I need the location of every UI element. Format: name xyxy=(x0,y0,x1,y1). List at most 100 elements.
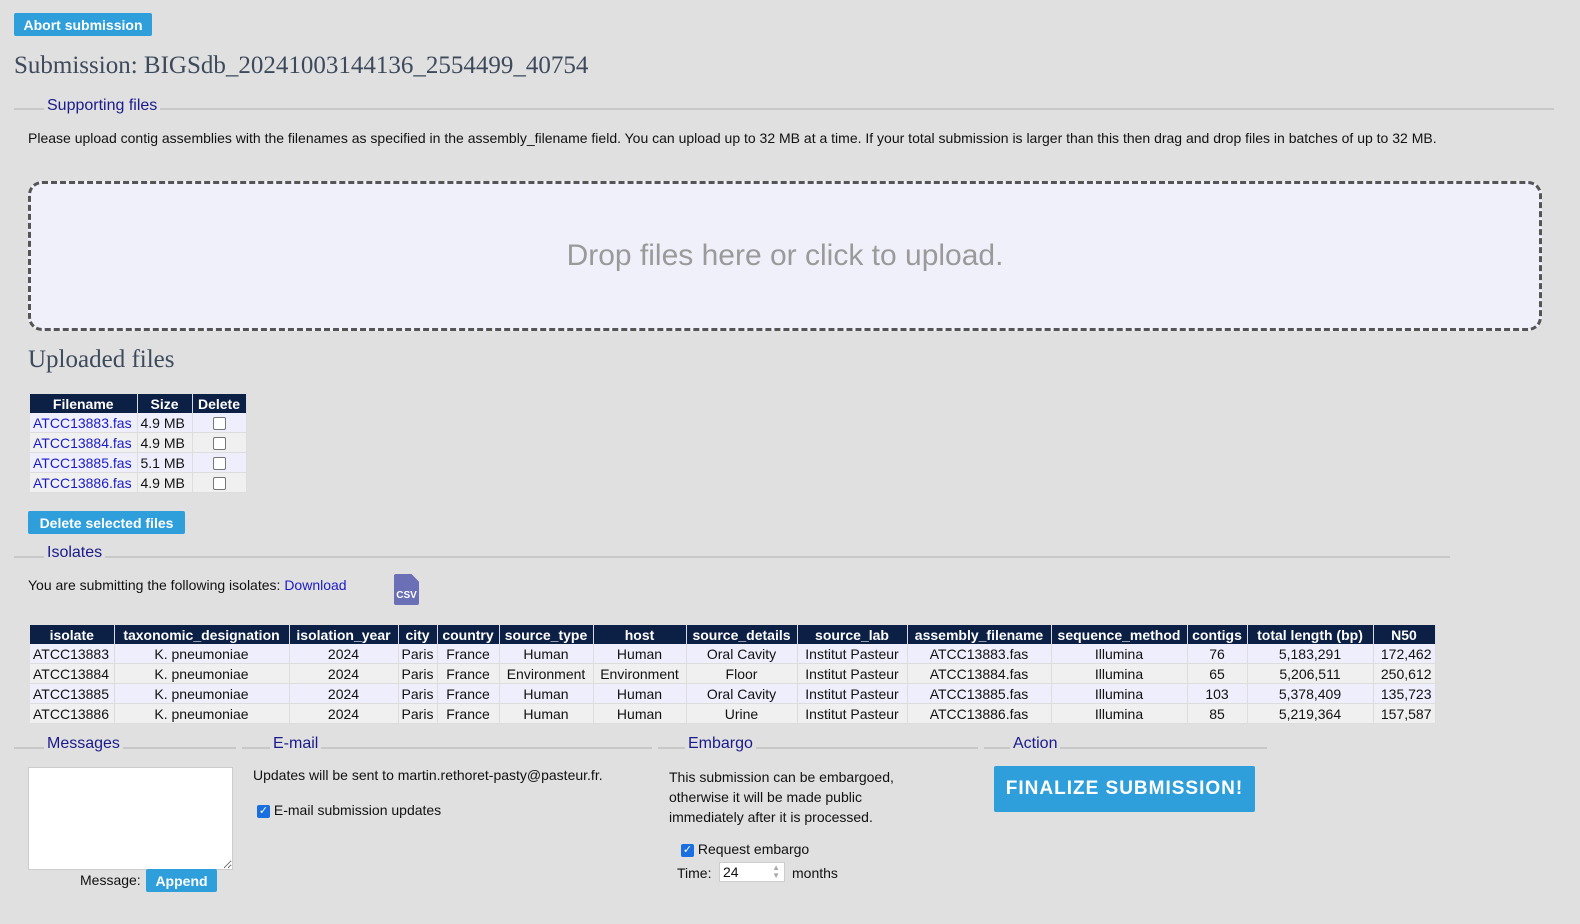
abort-submission-button[interactable]: Abort submission xyxy=(14,13,152,36)
file-size: 5.1 MB xyxy=(137,452,193,473)
table-cell: Paris xyxy=(398,663,438,684)
table-cell: 5,183,291 xyxy=(1247,644,1374,664)
delete-checkbox[interactable] xyxy=(212,477,226,491)
column-header: Delete xyxy=(192,394,247,413)
column-header: isolate xyxy=(30,625,115,644)
checkbox-checked-icon[interactable]: ✓ xyxy=(257,804,270,818)
column-header: host xyxy=(593,625,687,644)
isolate-row: ATCC13884 K. pneumoniae 2024 Paris France Env… xyxy=(30,663,1436,684)
table-cell: 5,206,511 xyxy=(1247,663,1374,684)
column-header: city xyxy=(398,625,438,644)
request-embargo-checkbox[interactable]: ✓ Request embargo xyxy=(681,841,809,857)
months-unit-label: months xyxy=(792,865,838,881)
uploaded-file-row: ATCC13886.fas 4.9 MB xyxy=(30,472,247,493)
table-cell: Paris xyxy=(398,644,438,664)
table-cell: ATCC13886 xyxy=(30,703,115,724)
uploaded-files-heading: Uploaded files xyxy=(28,346,175,373)
table-cell: 65 xyxy=(1187,663,1248,684)
file-link[interactable]: ATCC13883.fas xyxy=(33,415,132,431)
table-cell: 2024 xyxy=(289,663,399,684)
embargo-legend: Embargo xyxy=(685,735,756,753)
table-cell: Human xyxy=(499,683,594,704)
delete-checkbox[interactable] xyxy=(212,457,226,471)
csv-icon[interactable]: CSV xyxy=(394,574,419,605)
delete-checkbox[interactable] xyxy=(212,437,226,451)
table-cell: 250,612 xyxy=(1373,663,1436,684)
isolates-intro: You are submitting the following isolate… xyxy=(28,577,347,593)
file-link[interactable]: ATCC13884.fas xyxy=(33,435,132,451)
messages-legend: Messages xyxy=(44,735,123,753)
isolate-row: ATCC13885 K. pneumoniae 2024 Paris France Hum… xyxy=(30,683,1436,704)
column-header: isolation_year xyxy=(289,625,399,644)
table-cell: Oral Cavity xyxy=(686,644,798,664)
table-cell: Environment xyxy=(593,663,687,684)
isolate-row: ATCC13886 K. pneumoniae 2024 Paris France Hum… xyxy=(30,703,1436,724)
embargo-months-value[interactable]: 24 xyxy=(720,864,772,880)
table-cell: Institut Pasteur xyxy=(797,644,908,664)
table-cell: Human xyxy=(499,644,594,664)
delete-checkbox[interactable] xyxy=(212,417,226,431)
table-cell: Environment xyxy=(499,663,594,684)
embargo-months-stepper[interactable]: 24 ▲ ▼ xyxy=(719,862,785,882)
message-textarea[interactable] xyxy=(28,767,233,870)
request-embargo-label: Request embargo xyxy=(697,841,810,857)
table-cell: 157,587 xyxy=(1373,703,1436,724)
table-cell: France xyxy=(437,663,500,684)
uploaded-file-row: ATCC13883.fas 4.9 MB xyxy=(30,413,247,433)
table-cell: ATCC13886.fas xyxy=(907,703,1052,724)
table-cell: 85 xyxy=(1187,703,1248,724)
time-label: Time: xyxy=(677,865,712,881)
table-cell: Illumina xyxy=(1051,644,1188,664)
table-cell: ATCC13884 xyxy=(30,663,115,684)
table-cell: 172,462 xyxy=(1373,644,1436,664)
email-info: Updates will be sent to martin.rethoret-… xyxy=(253,767,603,783)
column-header: Size xyxy=(137,394,193,413)
finalize-submission-button[interactable]: FINALIZE SUBMISSION! xyxy=(994,766,1255,812)
table-cell: ATCC13883.fas xyxy=(907,644,1052,664)
file-link[interactable]: ATCC13885.fas xyxy=(33,455,132,471)
file-link[interactable]: ATCC13886.fas xyxy=(33,475,132,491)
column-header: contigs xyxy=(1187,625,1248,644)
dropzone-text: Drop files here or click to upload. xyxy=(566,239,1004,272)
email-legend: E-mail xyxy=(270,735,322,753)
table-cell: Paris xyxy=(398,703,438,724)
delete-selected-files-button[interactable]: Delete selected files xyxy=(28,511,185,534)
table-cell: Human xyxy=(593,703,687,724)
file-dropzone[interactable]: Drop files here or click to upload. xyxy=(28,181,1542,331)
table-cell: Floor xyxy=(686,663,798,684)
email-updates-label: E-mail submission updates xyxy=(273,802,442,818)
spinner-arrows-icon[interactable]: ▲ ▼ xyxy=(772,864,784,880)
table-cell: K. pneumoniae xyxy=(114,644,290,664)
divider xyxy=(14,556,1450,558)
column-header: total length (bp) xyxy=(1247,625,1374,644)
table-cell: 2024 xyxy=(289,683,399,704)
isolates-table: isolate taxonomic_designation isolation_ye… xyxy=(30,625,1436,724)
append-button[interactable]: Append xyxy=(146,869,217,892)
isolates-intro-text: You are submitting the following isolate… xyxy=(28,577,281,593)
file-size: 4.9 MB xyxy=(137,432,193,453)
table-cell: K. pneumoniae xyxy=(114,663,290,684)
isolate-row: ATCC13883 K. pneumoniae 2024 Paris France Hum… xyxy=(30,644,1436,664)
table-cell: K. pneumoniae xyxy=(114,683,290,704)
divider xyxy=(14,108,1554,110)
table-cell: 76 xyxy=(1187,644,1248,664)
table-cell: 103 xyxy=(1187,683,1248,704)
table-cell: Institut Pasteur xyxy=(797,663,908,684)
table-cell: Institut Pasteur xyxy=(797,703,908,724)
checkbox-checked-icon[interactable]: ✓ xyxy=(681,843,694,857)
download-link[interactable]: Download xyxy=(284,577,346,593)
table-cell: Institut Pasteur xyxy=(797,683,908,704)
column-header: country xyxy=(437,625,500,644)
table-cell: K. pneumoniae xyxy=(114,703,290,724)
table-cell: Paris xyxy=(398,683,438,704)
email-updates-checkbox[interactable]: ✓ E-mail submission updates xyxy=(257,802,441,818)
table-cell: 5,219,364 xyxy=(1247,703,1374,724)
table-cell: France xyxy=(437,683,500,704)
embargo-info: This submission can be embargoed, otherw… xyxy=(669,769,894,825)
uploaded-file-row: ATCC13885.fas 5.1 MB xyxy=(30,452,247,473)
table-cell: 135,723 xyxy=(1373,683,1436,704)
table-cell: France xyxy=(437,644,500,664)
column-header: taxonomic_designation xyxy=(114,625,290,644)
table-cell: Oral Cavity xyxy=(686,683,798,704)
table-cell: Human xyxy=(593,644,687,664)
